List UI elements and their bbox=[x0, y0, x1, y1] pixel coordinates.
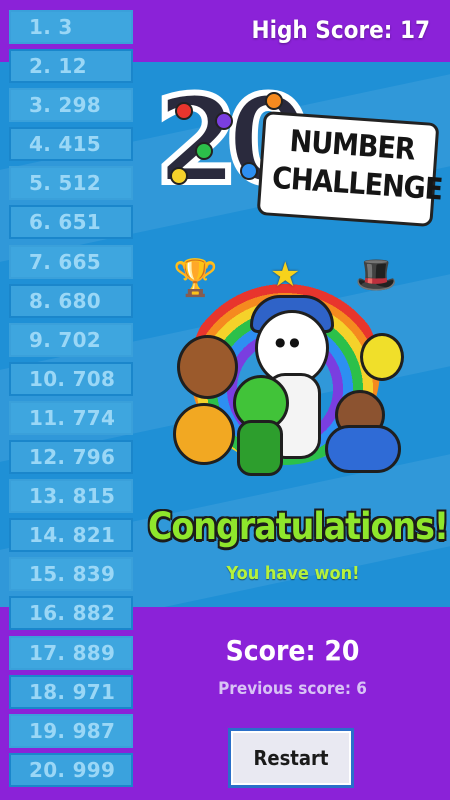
list-item[interactable]: 1. 3 bbox=[9, 10, 133, 44]
list-item[interactable]: 5. 512 bbox=[9, 166, 133, 201]
blue-character bbox=[325, 425, 401, 473]
ghost-eyes: ● ● bbox=[275, 335, 300, 349]
number-slot-list: 1. 3 2. 12 3. 298 4. 415 5. 512 6. 651 7… bbox=[9, 10, 133, 792]
high-score-label: High Score: 17 bbox=[251, 16, 431, 44]
green-character-body bbox=[237, 420, 283, 476]
list-item[interactable]: 19. 987 bbox=[9, 713, 133, 748]
list-item[interactable]: 13. 815 bbox=[9, 479, 133, 514]
dragon-character bbox=[360, 333, 404, 381]
list-item[interactable]: 3. 298 bbox=[9, 88, 133, 123]
list-item[interactable]: 16. 882 bbox=[9, 596, 133, 631]
horse-character bbox=[177, 335, 238, 399]
trophy-icon: 🏆 bbox=[173, 258, 218, 299]
list-item[interactable]: 15. 839 bbox=[9, 557, 133, 592]
yellow-character bbox=[173, 403, 235, 465]
winner-illustration: 🏆 ★ 🎩 ● ● bbox=[165, 255, 410, 495]
list-item[interactable]: 20. 999 bbox=[9, 752, 133, 787]
score-label: Score: 20 bbox=[225, 634, 360, 667]
list-item[interactable]: 7. 665 bbox=[9, 244, 133, 279]
list-item[interactable]: 4. 415 bbox=[9, 127, 133, 162]
list-item[interactable]: 6. 651 bbox=[9, 205, 133, 240]
congratulations-title: Congratulations! bbox=[148, 505, 449, 548]
top-hat-icon: 🎩 bbox=[355, 255, 398, 295]
list-item[interactable]: 14. 821 bbox=[9, 518, 133, 553]
star-icon: ★ bbox=[270, 255, 301, 295]
list-item[interactable]: 8. 680 bbox=[9, 283, 133, 318]
list-item[interactable]: 17. 889 bbox=[9, 635, 133, 670]
game-logo: 20 NUMBER CHALLENGE bbox=[152, 69, 443, 228]
list-item[interactable]: 11. 774 bbox=[9, 400, 133, 435]
list-item[interactable]: 12. 796 bbox=[9, 440, 133, 475]
list-item[interactable]: 18. 971 bbox=[9, 674, 133, 709]
list-item[interactable]: 9. 702 bbox=[9, 322, 133, 357]
list-item[interactable]: 10. 708 bbox=[9, 361, 133, 396]
list-item[interactable]: 2. 12 bbox=[9, 49, 133, 84]
logo-title-plate: NUMBER CHALLENGE bbox=[256, 110, 444, 228]
win-subtitle: You have won! bbox=[226, 563, 360, 584]
restart-button[interactable]: Restart bbox=[228, 728, 354, 788]
previous-score-label: Previous score: 6 bbox=[218, 679, 367, 699]
logo-line-2: CHALLENGE bbox=[270, 160, 444, 208]
